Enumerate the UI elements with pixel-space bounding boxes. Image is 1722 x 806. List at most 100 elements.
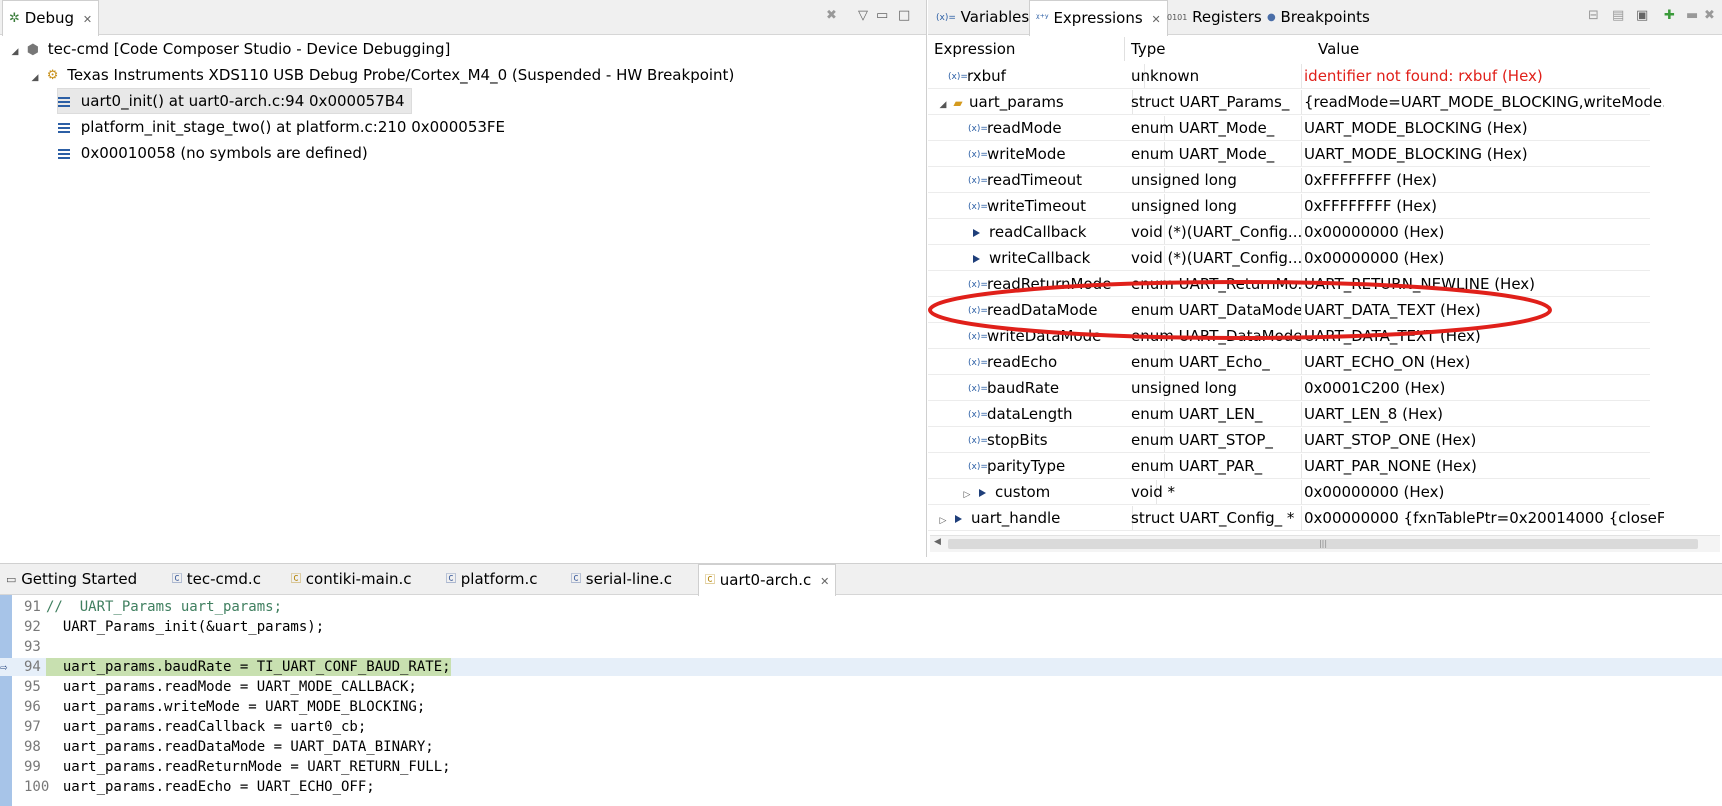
- expression-value-cell[interactable]: UART_LEN_8 (Hex): [1298, 402, 1664, 426]
- expression-row[interactable]: (x)=readEcho enum UART_Echo_ UART_ECHO_ON …: [928, 350, 1650, 375]
- horizontal-scrollbar[interactable]: ◀ |||: [930, 535, 1720, 552]
- expression-row[interactable]: writeCallback void (*)(UART_Config... 0x00…: [928, 246, 1650, 271]
- show-type-names-icon[interactable]: ▤: [1612, 8, 1624, 23]
- tab-getting-started[interactable]: ▭ Getting Started: [0, 564, 143, 594]
- minimize-icon[interactable]: ▭: [876, 8, 888, 23]
- expression-row[interactable]: (x)=dataLength enum UART_LEN_ UART_LEN_8 (…: [928, 402, 1650, 427]
- expression-value-cell[interactable]: 0x00000000 {fxnTablePtr=0x20014000 {clos…: [1298, 506, 1664, 530]
- expression-name-cell[interactable]: ◢ ▰ uart_params: [928, 90, 1133, 114]
- expression-row[interactable]: (x)=readReturnMode enum UART_ReturnMo... U…: [928, 272, 1650, 297]
- expression-name-cell[interactable]: ▷ uart_handle: [928, 506, 1133, 530]
- expression-row[interactable]: (x)=writeDataMode enum UART_DataMode_ UART…: [928, 324, 1650, 349]
- expression-value-cell[interactable]: 0x00000000 (Hex): [1298, 220, 1664, 244]
- tree-item-frame[interactable]: uart0_init() at uart0-arch.c:94 0x000057…: [57, 88, 412, 114]
- column-header-value[interactable]: Value: [1312, 37, 1722, 61]
- close-icon[interactable]: ✕: [83, 13, 92, 26]
- code-text: uart_params.readEcho = UART_ECHO_OFF;: [46, 779, 375, 795]
- expression-value-cell[interactable]: 0xFFFFFFFF (Hex): [1298, 168, 1664, 192]
- expression-type-cell: enum UART_Echo_: [1125, 350, 1302, 374]
- project-icon: ⬢: [26, 41, 40, 58]
- tree-item-frame[interactable]: platform_init_stage_two() at platform.c:…: [58, 115, 505, 139]
- tab-file[interactable]: 🄲 contiki-main.c: [285, 564, 418, 594]
- expand-arrow-icon[interactable]: ◢: [28, 66, 42, 90]
- expression-value-cell[interactable]: 0x00000000 (Hex): [1298, 480, 1664, 504]
- expression-row[interactable]: (x)=readTimeout unsigned long 0xFFFFFFFF (…: [928, 168, 1650, 193]
- layout-icon[interactable]: ▣: [1636, 8, 1648, 23]
- expression-name: readTimeout: [987, 171, 1083, 189]
- expression-row[interactable]: (x)=rxbuf unknown identifier not found: rx…: [928, 64, 1650, 89]
- tab-breakpoints[interactable]: ● Breakpoints: [1261, 0, 1376, 34]
- tab-file-active[interactable]: 🄲 uart0-arch.c ✕: [698, 564, 837, 596]
- expression-value-cell[interactable]: 0xFFFFFFFF (Hex): [1298, 194, 1664, 218]
- tab-registers[interactable]: 0101 Registers: [1161, 0, 1268, 34]
- variable-icon: (x)=: [968, 383, 988, 394]
- scroll-thumb[interactable]: |||: [948, 539, 1698, 549]
- expression-name-cell[interactable]: (x)=rxbuf: [928, 64, 1145, 88]
- expression-value-cell[interactable]: UART_PAR_NONE (Hex): [1298, 454, 1664, 478]
- expression-value-cell[interactable]: UART_MODE_BLOCKING (Hex): [1298, 116, 1664, 140]
- expression-row[interactable]: readCallback void (*)(UART_Config... 0x000…: [928, 220, 1650, 245]
- scroll-left-icon[interactable]: ◀: [934, 537, 941, 547]
- maximize-icon[interactable]: □: [898, 8, 910, 23]
- column-header-type[interactable]: Type: [1125, 37, 1314, 61]
- tab-file[interactable]: 🄲 serial-line.c: [565, 564, 678, 594]
- expression-row[interactable]: ▷ custom void * 0x00000000 (Hex): [928, 480, 1650, 505]
- expression-name-cell[interactable]: ▷ custom: [928, 480, 1157, 504]
- expression-row[interactable]: (x)=readDataMode enum UART_DataMode_ UART_…: [928, 298, 1650, 323]
- tab-debug[interactable]: ✲ Debug ✕: [2, 0, 100, 36]
- expression-row[interactable]: (x)=readMode enum UART_Mode_ UART_MODE_BLO…: [928, 116, 1650, 141]
- expression-row[interactable]: (x)=parityType enum UART_PAR_ UART_PAR_NON…: [928, 454, 1650, 479]
- add-expression-icon[interactable]: ✚: [1664, 8, 1675, 23]
- view-menu-icon[interactable]: ▽: [858, 8, 868, 23]
- column-header-expression[interactable]: Expression: [928, 37, 1125, 61]
- code-line[interactable]: 95 uart_params.readMode = UART_MODE_CALL…: [0, 678, 1722, 696]
- code-line[interactable]: 91// UART_Params uart_params;: [0, 598, 1722, 616]
- code-line[interactable]: 97 uart_params.readCallback = uart0_cb;: [0, 718, 1722, 736]
- expression-row[interactable]: ◢ ▰ uart_params struct UART_Params_ {readMod…: [928, 90, 1664, 115]
- tab-label: tec-cmd.c: [186, 570, 261, 588]
- expression-value-cell[interactable]: UART_MODE_BLOCKING (Hex): [1298, 142, 1664, 166]
- code-line[interactable]: 100 uart_params.readEcho = UART_ECHO_OFF…: [0, 778, 1722, 796]
- expression-value-cell[interactable]: UART_DATA_TEXT (Hex): [1298, 324, 1664, 348]
- expression-value-cell[interactable]: {readMode=UART_MODE_BLOCKING,writeMode..…: [1298, 90, 1664, 114]
- expression-row[interactable]: (x)=writeTimeout unsigned long 0xFFFFFFFF …: [928, 194, 1650, 219]
- expression-value-cell[interactable]: UART_DATA_TEXT (Hex): [1298, 298, 1664, 322]
- expression-value-cell[interactable]: identifier not found: rxbuf (Hex): [1298, 64, 1664, 88]
- collapse-all-icon[interactable]: ⊟: [1588, 8, 1599, 23]
- remove-all-icon[interactable]: ✖: [1704, 8, 1715, 23]
- tree-item-probe[interactable]: ◢ ⚙ Texas Instruments XDS110 USB Debug P…: [28, 63, 735, 90]
- tab-file[interactable]: 🄲 platform.c: [440, 564, 544, 594]
- expression-row[interactable]: (x)=writeMode enum UART_Mode_ UART_MODE_BL…: [928, 142, 1650, 167]
- tab-expressions[interactable]: ᵡ⁺ʸ Expressions ✕: [1029, 0, 1168, 36]
- code-line[interactable]: 92 UART_Params_init(&uart_params);: [0, 618, 1722, 636]
- expression-value-cell[interactable]: UART_ECHO_ON (Hex): [1298, 350, 1664, 374]
- code-line[interactable]: ⇨ 94 uart_params.baudRate = TI_UART_CONF_…: [0, 658, 1722, 676]
- code-line[interactable]: 93: [0, 638, 1722, 656]
- code-line[interactable]: 96 uart_params.writeMode = UART_MODE_BLO…: [0, 698, 1722, 716]
- expression-value-cell[interactable]: 0x0001C200 (Hex): [1298, 376, 1664, 400]
- code-text: uart_params.readReturnMode = UART_RETURN…: [46, 759, 451, 775]
- expression-type-cell: unknown: [1125, 64, 1302, 88]
- expression-value-cell[interactable]: UART_RETURN_NEWLINE (Hex): [1298, 272, 1664, 296]
- expand-arrow-icon[interactable]: ◢: [936, 93, 950, 114]
- expression-row[interactable]: ▷ uart_handle struct UART_Config_ * 0x00000…: [928, 506, 1664, 531]
- code-area[interactable]: 91// UART_Params uart_params; 92 UART_Par…: [0, 598, 1722, 806]
- remove-expression-icon[interactable]: ▬: [1686, 8, 1698, 23]
- expression-row[interactable]: (x)=stopBits enum UART_STOP_ UART_STOP_ONE…: [928, 428, 1650, 453]
- tab-file[interactable]: 🄲 tec-cmd.c: [166, 564, 267, 594]
- close-icon[interactable]: ✕: [820, 575, 829, 588]
- tree-item-project[interactable]: ◢ ⬢ tec-cmd [Code Composer Studio - Devi…: [8, 37, 451, 64]
- expression-value-cell[interactable]: UART_STOP_ONE (Hex): [1298, 428, 1664, 452]
- code-line[interactable]: 99 uart_params.readReturnMode = UART_RET…: [0, 758, 1722, 776]
- expand-arrow-icon[interactable]: ◢: [8, 40, 22, 64]
- code-line[interactable]: 98 uart_params.readDataMode = UART_DATA_…: [0, 738, 1722, 756]
- tree-item-frame[interactable]: 0x00010058 (no symbols are defined): [58, 141, 368, 165]
- expression-row[interactable]: (x)=baudRate unsigned long 0x0001C200 (Hex…: [928, 376, 1650, 401]
- expression-value-cell[interactable]: 0x00000000 (Hex): [1298, 246, 1664, 270]
- collapse-arrow-icon[interactable]: ▷: [936, 509, 950, 530]
- collapse-arrow-icon[interactable]: ▷: [960, 483, 974, 504]
- tab-variables[interactable]: (x)= Variables: [930, 0, 1035, 34]
- remove-terminated-icon[interactable]: ✖: [826, 8, 837, 23]
- pointer-icon: [955, 514, 962, 523]
- close-icon[interactable]: ✕: [1151, 13, 1160, 26]
